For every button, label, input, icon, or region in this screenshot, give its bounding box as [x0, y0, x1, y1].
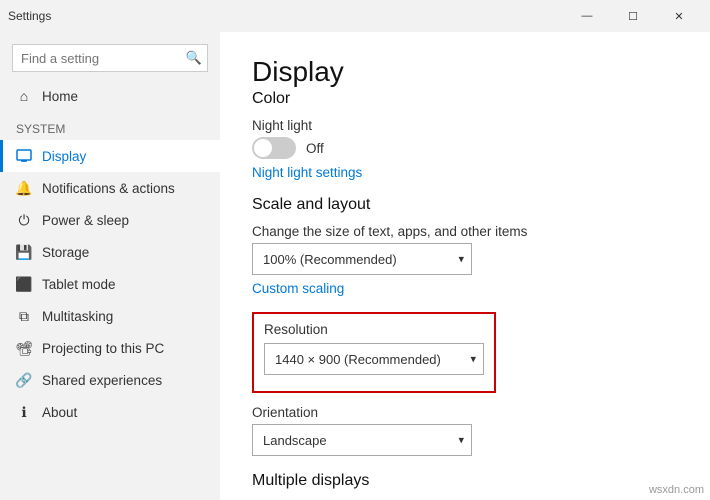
sidebar-item-label-projecting: Projecting to this PC — [42, 341, 164, 356]
search-icon: 🔍 — [186, 50, 202, 66]
sidebar-item-multitasking[interactable]: ⧉ Multitasking — [0, 300, 220, 332]
scale-section: Scale and layout Change the size of text… — [252, 196, 678, 296]
projecting-icon: 📽 — [16, 340, 32, 356]
sidebar-item-label-multitasking: Multitasking — [42, 309, 113, 324]
toggle-knob — [254, 139, 272, 157]
orientation-label: Orientation — [252, 405, 678, 420]
sidebar-item-label-power: Power & sleep — [42, 213, 129, 228]
color-heading: Color — [252, 90, 678, 108]
sidebar-item-notifications[interactable]: 🔔 Notifications & actions — [0, 172, 220, 204]
multitasking-icon: ⧉ — [16, 308, 32, 324]
orientation-select[interactable]: Landscape Portrait Landscape (flipped) P… — [252, 424, 472, 456]
night-light-toggle[interactable] — [252, 137, 296, 159]
maximize-button[interactable]: ☐ — [610, 0, 656, 32]
sidebar-item-label-storage: Storage — [42, 245, 89, 260]
scale-select-wrapper: 100% (Recommended) 125% 150% 175% ▾ — [252, 243, 472, 275]
scale-heading: Scale and layout — [252, 196, 678, 214]
shared-icon: 🔗 — [16, 372, 32, 388]
night-light-settings-link[interactable]: Night light settings — [252, 165, 678, 180]
color-section: Color Night light Off Night light settin… — [252, 90, 678, 180]
sidebar-item-label-about: About — [42, 405, 77, 420]
sidebar-item-display[interactable]: Display — [0, 140, 220, 172]
sidebar-item-storage[interactable]: 💾 Storage — [0, 236, 220, 268]
multiple-displays-section: Multiple displays Older displays might n… — [252, 472, 678, 500]
night-light-row: Off — [252, 137, 678, 159]
window-controls: — ☐ ✕ — [564, 0, 702, 32]
scale-select[interactable]: 100% (Recommended) 125% 150% 175% — [252, 243, 472, 275]
window-title: Settings — [8, 9, 564, 23]
orientation-section: Orientation Landscape Portrait Landscape… — [252, 405, 678, 456]
resolution-box: Resolution 1440 × 900 (Recommended) 1280… — [252, 312, 496, 393]
sidebar-item-home[interactable]: ⌂ Home — [0, 80, 220, 112]
sidebar-item-power[interactable]: ⏻ Power & sleep — [0, 204, 220, 236]
sidebar: 🔍 ⌂ Home System Display 🔔 — [0, 32, 220, 500]
night-light-state: Off — [306, 141, 324, 156]
sidebar-item-label-shared: Shared experiences — [42, 373, 162, 388]
resolution-label: Resolution — [264, 322, 484, 337]
home-icon: ⌂ — [16, 88, 32, 104]
storage-icon: 💾 — [16, 244, 32, 260]
tablet-icon: ⬛ — [16, 276, 32, 292]
titlebar: Settings — ☐ ✕ — [0, 0, 710, 32]
minimize-button[interactable]: — — [564, 0, 610, 32]
settings-window: Settings — ☐ ✕ 🔍 ⌂ Home System — [0, 0, 710, 500]
custom-scaling-link[interactable]: Custom scaling — [252, 281, 678, 296]
sidebar-item-label-display: Display — [42, 149, 86, 164]
sidebar-item-label-notifications: Notifications & actions — [42, 181, 175, 196]
sidebar-item-projecting[interactable]: 📽 Projecting to this PC — [0, 332, 220, 364]
orientation-select-wrapper: Landscape Portrait Landscape (flipped) P… — [252, 424, 472, 456]
power-icon: ⏻ — [16, 212, 32, 228]
search-box: 🔍 — [12, 44, 208, 72]
notifications-icon: 🔔 — [16, 180, 32, 196]
scale-label: Change the size of text, apps, and other… — [252, 224, 678, 239]
search-input[interactable] — [12, 44, 208, 72]
watermark: wsxdn.com — [649, 484, 704, 496]
sidebar-item-shared[interactable]: 🔗 Shared experiences — [0, 364, 220, 396]
multiple-displays-heading: Multiple displays — [252, 472, 678, 490]
display-icon — [16, 148, 32, 164]
content-area: 🔍 ⌂ Home System Display 🔔 — [0, 32, 710, 500]
about-icon: ℹ — [16, 404, 32, 420]
resolution-select[interactable]: 1440 × 900 (Recommended) 1280 × 800 1024… — [264, 343, 484, 375]
sidebar-item-about[interactable]: ℹ About — [0, 396, 220, 428]
sidebar-item-label-tablet: Tablet mode — [42, 277, 116, 292]
page-title: Display — [252, 56, 678, 88]
resolution-select-wrapper: 1440 × 900 (Recommended) 1280 × 800 1024… — [264, 343, 484, 375]
sidebar-section-system: System — [0, 112, 220, 140]
sidebar-item-tablet[interactable]: ⬛ Tablet mode — [0, 268, 220, 300]
night-light-label: Night light — [252, 118, 678, 133]
sidebar-item-label-home: Home — [42, 89, 78, 104]
close-button[interactable]: ✕ — [656, 0, 702, 32]
main-panel: Display Color Night light Off Night ligh… — [220, 32, 710, 500]
